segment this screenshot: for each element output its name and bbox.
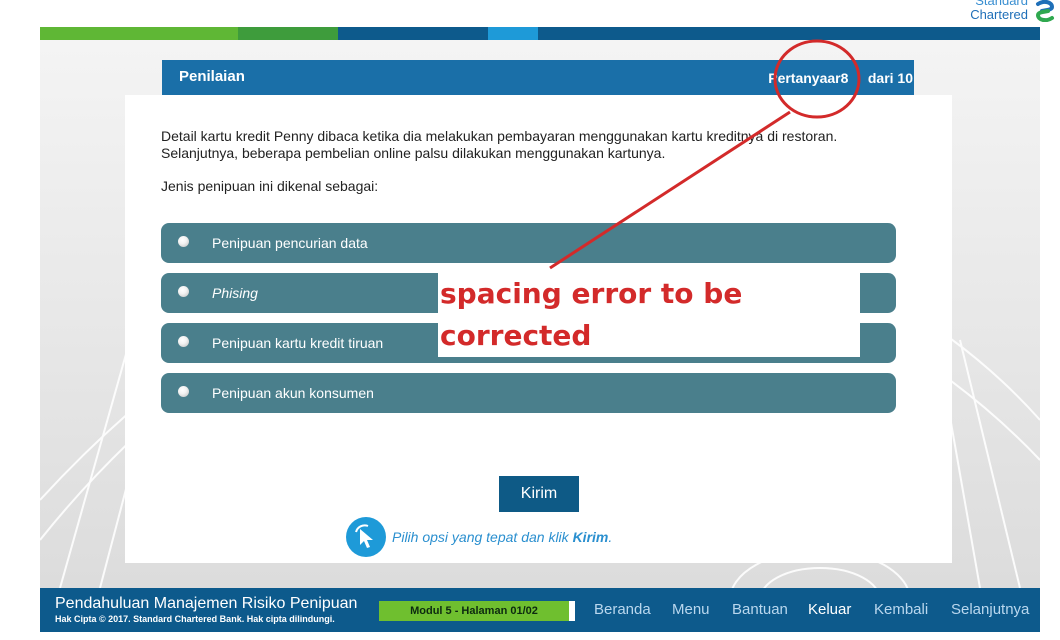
answer-option-label: Penipuan kartu kredit tiruan <box>212 335 384 351</box>
answer-option-label: Penipuan akun konsumen <box>212 385 374 401</box>
answer-option-1[interactable]: Penipuan pencurian data <box>161 223 896 263</box>
footer-bar: Pendahuluan Manajemen Risiko Penipuan Ha… <box>40 588 1040 632</box>
radio-button-icon[interactable] <box>178 286 189 297</box>
answer-option-label: Phising <box>212 285 258 301</box>
question-prompt: Jenis penipuan ini dikenal sebagai: <box>161 178 379 194</box>
radio-button-icon[interactable] <box>178 336 189 347</box>
nav-home-link[interactable]: Beranda <box>594 601 651 618</box>
nav-next-link[interactable]: Selanjutnya <box>951 601 1029 618</box>
brand-line-2: Chartered <box>970 7 1028 22</box>
question-text: Detail kartu kredit Penny dibaca ketika … <box>161 128 838 161</box>
course-title: Pendahuluan Manajemen Risiko Penipuan <box>55 595 358 612</box>
annotation-line-2: corrected <box>440 319 592 352</box>
module-page-indicator: Modul 5 - Halaman 01/02 <box>379 601 569 621</box>
hint-submit-word: Kirim <box>572 529 609 545</box>
question-progress: Pertanyaar8 dari 10 <box>768 70 913 86</box>
standard-chartered-logo-icon <box>1035 0 1055 22</box>
top-color-stripe <box>40 27 1040 40</box>
review-annotation-note: spacing error to be corrected <box>438 273 860 357</box>
answer-option-4[interactable]: Penipuan akun konsumen <box>161 373 896 413</box>
answer-option-label: Penipuan pencurian data <box>212 235 368 251</box>
assessment-title: Penilaian <box>179 68 245 85</box>
question-progress-total: dari 10 <box>867 70 913 86</box>
radio-button-icon[interactable] <box>178 386 189 397</box>
submit-button[interactable]: Kirim <box>499 476 579 512</box>
question-progress-label: Pertanyaar8 <box>768 70 849 86</box>
assessment-header: Penilaian Pertanyaar8 dari 10 <box>162 60 914 95</box>
click-hand-icon <box>346 517 386 557</box>
hint-text: Pilih opsi yang tepat dan klik <box>392 529 573 545</box>
nav-back-link[interactable]: Kembali <box>874 601 928 618</box>
copyright-notice: Hak Cipta © 2017. Standard Chartered Ban… <box>55 614 335 624</box>
instruction-hint: Pilih opsi yang tepat dan klik Kirim. <box>392 529 612 545</box>
question-body: Detail kartu kredit Penny dibaca ketika … <box>161 128 891 195</box>
nav-menu-link[interactable]: Menu <box>672 601 710 618</box>
module-indicator-cap <box>569 601 575 621</box>
annotation-line-1: spacing error to be <box>440 277 743 310</box>
hint-end: . <box>608 529 613 545</box>
radio-button-icon[interactable] <box>178 236 189 247</box>
nav-help-link[interactable]: Bantuan <box>732 601 788 618</box>
nav-exit-link[interactable]: Keluar <box>808 601 851 618</box>
brand-logo-text: Standard Chartered <box>970 0 1028 22</box>
